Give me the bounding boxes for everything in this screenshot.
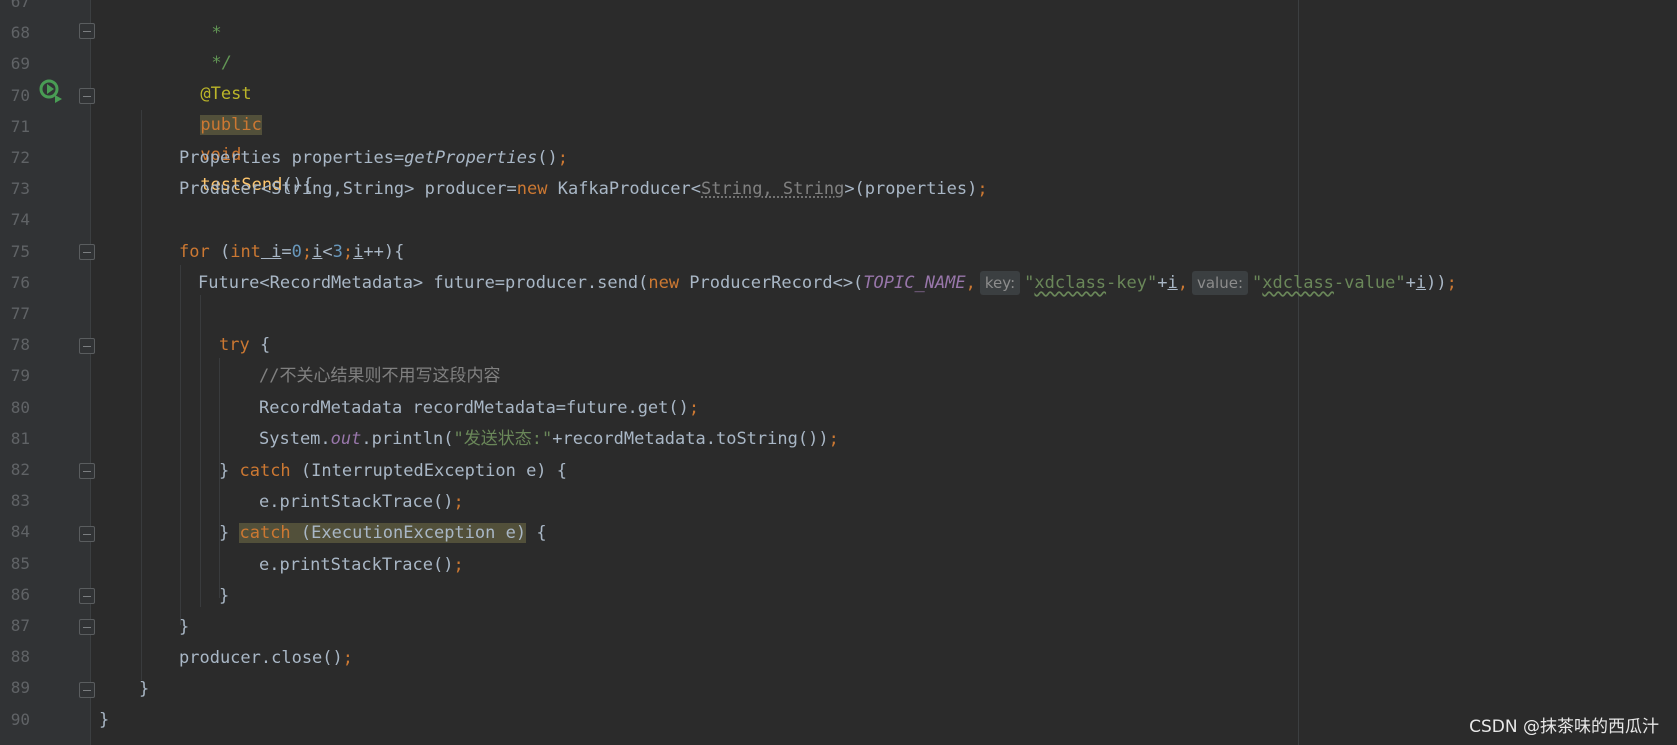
code-text: e.printStackTrace() bbox=[259, 555, 454, 575]
code-line-88: producer.close(); bbox=[179, 643, 1677, 673]
code-text: KafkaProducer< bbox=[547, 179, 702, 199]
keyword-new: new bbox=[648, 273, 680, 293]
loop-variable: i bbox=[353, 242, 364, 262]
string-typo: xdclass bbox=[1034, 273, 1107, 293]
code-editor[interactable]: 67 68 69 70 71 72 73 74 75 76 77 78 79 80 81 82 83 84 85 86… bbox=[0, 0, 1677, 745]
code-text: System. bbox=[259, 429, 331, 449]
code-line-80: RecordMetadata recordMetadata=future.get… bbox=[259, 393, 1677, 423]
code-line-83: e.printStackTrace(); bbox=[259, 487, 1677, 517]
comment: //不关心结果则不用写这段内容 bbox=[259, 366, 501, 386]
semicolon: ; bbox=[453, 555, 464, 575]
parameter-hint-value: value: bbox=[1191, 271, 1249, 295]
code-text: { bbox=[249, 335, 271, 355]
code-line-76: Future<RecordMetadata> future=producer.s… bbox=[198, 268, 1677, 298]
code-line-67: * bbox=[150, 0, 1677, 43]
code-text: >(properties) bbox=[844, 179, 978, 199]
comma: , bbox=[965, 273, 976, 293]
code-line-68: */ bbox=[150, 18, 1677, 73]
code-text: < bbox=[322, 242, 333, 262]
parameter-hint-key: key: bbox=[979, 271, 1021, 295]
closing-brace: } bbox=[139, 679, 150, 699]
loop-variable: i bbox=[260, 242, 282, 262]
code-line-89: } bbox=[139, 674, 1677, 704]
code-text: + bbox=[1405, 273, 1416, 293]
highlighted-catch-clause: (ExecutionException e) bbox=[290, 523, 527, 543]
semicolon: ; bbox=[688, 398, 700, 418]
closing-brace: } bbox=[99, 710, 110, 730]
keyword-try: try bbox=[219, 335, 250, 355]
code-text: ++){ bbox=[363, 242, 405, 262]
string-literal: "发送状态:" bbox=[453, 429, 553, 449]
code-text: ( bbox=[209, 242, 231, 262]
code-line-81: System.out.println("发送状态:"+recordMetadat… bbox=[259, 424, 1677, 454]
semicolon: ; bbox=[301, 242, 313, 262]
code-line-73: Producer<String,String> producer=new Kaf… bbox=[179, 174, 1677, 204]
semicolon: ; bbox=[453, 492, 464, 512]
keyword-for: for bbox=[179, 242, 210, 262]
code-line-69: @Test bbox=[139, 49, 1677, 104]
code-line-84: } catch (ExecutionException e) { bbox=[219, 518, 1677, 548]
code-line-85: e.printStackTrace(); bbox=[259, 550, 1677, 580]
keyword-new: new bbox=[516, 179, 548, 199]
code-text: } bbox=[219, 523, 240, 543]
redundant-generic: String, String bbox=[701, 179, 845, 199]
keyword-public: public bbox=[200, 115, 262, 135]
code-text: ProducerRecord<>( bbox=[679, 273, 864, 293]
code-text: .println( bbox=[361, 429, 454, 449]
code-text: } bbox=[219, 461, 240, 481]
watermark: CSDN @抹茶味的西瓜汁 bbox=[1469, 717, 1659, 737]
code-line-82: } catch (InterruptedException e) { bbox=[219, 456, 1677, 486]
code-text: Properties properties= bbox=[179, 148, 405, 168]
string-typo: xdclass bbox=[1262, 273, 1334, 293]
semicolon: ; bbox=[557, 148, 568, 168]
number-literal: 3 bbox=[332, 242, 343, 262]
string-literal: -value" bbox=[1333, 273, 1406, 293]
code-text: () bbox=[537, 148, 558, 168]
code-text: = bbox=[281, 242, 292, 262]
semicolon: ; bbox=[342, 648, 354, 668]
code-text: )) bbox=[1426, 273, 1447, 293]
keyword-catch: catch bbox=[239, 461, 291, 481]
string-literal: -key" bbox=[1106, 273, 1158, 293]
code-text: producer.close() bbox=[179, 648, 343, 668]
closing-brace: } bbox=[179, 617, 190, 637]
constant-topic-name: TOPIC_NAME bbox=[863, 273, 966, 293]
loop-variable: i bbox=[312, 242, 323, 262]
code-line-86: } bbox=[219, 581, 1677, 611]
code-text: (InterruptedException e) { bbox=[290, 461, 568, 481]
code-text: + bbox=[1157, 273, 1168, 293]
keyword-catch: catch bbox=[239, 523, 291, 543]
string-quote: " bbox=[1024, 273, 1035, 293]
code-text: e.printStackTrace() bbox=[259, 492, 454, 512]
code-line-70: public void testSend(){ bbox=[139, 80, 1677, 195]
code-line-75: for (int i=0;i<3;i++){ bbox=[179, 237, 1677, 267]
code-line-79: //不关心结果则不用写这段内容 bbox=[259, 361, 1677, 391]
static-field-out: out bbox=[330, 429, 362, 449]
comma: , bbox=[1177, 273, 1188, 293]
loop-variable: i bbox=[1167, 273, 1178, 293]
method-call: getProperties bbox=[404, 148, 538, 168]
semicolon: ; bbox=[1446, 273, 1457, 293]
closing-brace: } bbox=[219, 586, 230, 606]
keyword-int: int bbox=[230, 242, 261, 262]
code-line-87: } bbox=[179, 612, 1677, 642]
code-text: { bbox=[526, 523, 547, 543]
loop-variable: i bbox=[1415, 273, 1427, 293]
code-text: Future<RecordMetadata> future=producer.s… bbox=[198, 273, 649, 293]
code-line-78: try { bbox=[219, 330, 1677, 360]
semicolon: ; bbox=[828, 429, 839, 449]
code-text: +recordMetadata.toString()) bbox=[552, 429, 829, 449]
code-line-72: Properties properties=getProperties(); bbox=[179, 143, 1677, 173]
code-line-90: } bbox=[99, 705, 1677, 735]
semicolon: ; bbox=[342, 242, 354, 262]
code-area[interactable]: * */ @Test public void testSend(){ Prope… bbox=[0, 0, 1677, 745]
string-quote: " bbox=[1252, 273, 1263, 293]
code-text: Producer<String,String> producer= bbox=[179, 179, 517, 199]
code-text: RecordMetadata recordMetadata=future.get… bbox=[259, 398, 689, 418]
number-literal: 0 bbox=[291, 242, 302, 262]
semicolon: ; bbox=[977, 179, 988, 199]
